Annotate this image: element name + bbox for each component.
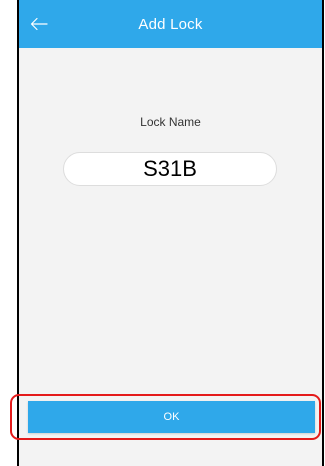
page-title: Add Lock bbox=[138, 15, 203, 33]
back-button[interactable] bbox=[25, 10, 53, 38]
title-bar: Add Lock bbox=[19, 0, 322, 48]
ok-button[interactable]: OK bbox=[28, 401, 315, 433]
phone-frame: Add Lock Lock Name OK bbox=[0, 0, 325, 466]
arrow-left-icon bbox=[30, 17, 48, 31]
lock-name-input[interactable] bbox=[63, 152, 277, 186]
lock-name-label: Lock Name bbox=[140, 115, 201, 129]
add-lock-screen: Add Lock Lock Name OK bbox=[17, 0, 324, 466]
